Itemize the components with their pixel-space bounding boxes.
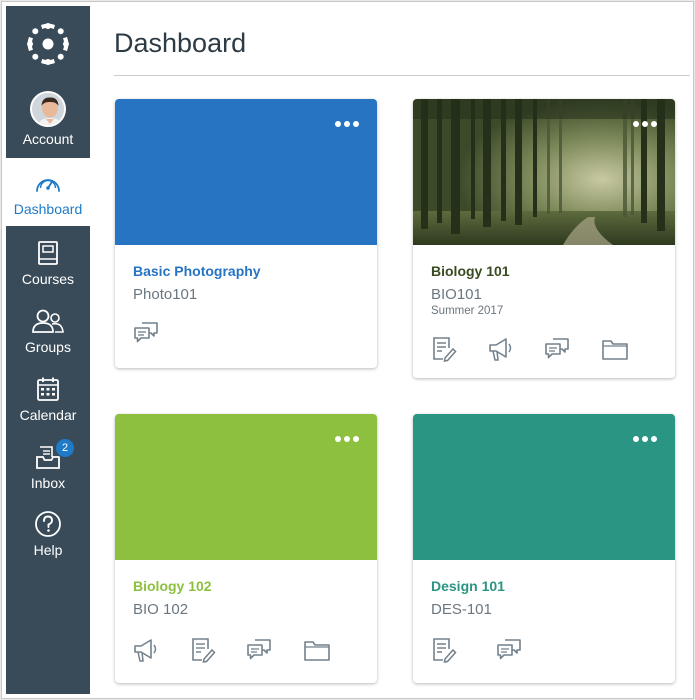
sidebar-item-label: Account	[22, 131, 74, 147]
course-title[interactable]: Biology 102	[133, 578, 359, 595]
global-navigation: Account Dashboard Courses Groups Calenda…	[6, 6, 90, 694]
course-code: Photo101	[133, 286, 198, 303]
files-icon	[303, 641, 330, 661]
course-card-basic-photography[interactable]: Basic Photography Photo101	[115, 99, 377, 368]
sidebar-item-dashboard[interactable]: Dashboard	[6, 158, 90, 226]
course-code: BIO 102	[133, 601, 189, 618]
canvas-logo[interactable]	[6, 6, 90, 82]
course-card-design-101[interactable]: Design 101 DES-101	[413, 414, 675, 683]
sidebar-item-account[interactable]: Account	[6, 86, 90, 152]
sidebar-item-label: Courses	[21, 271, 75, 287]
sidebar-item-courses[interactable]: Courses	[6, 232, 90, 298]
course-code: BIO101	[431, 286, 482, 303]
course-card-header[interactable]	[115, 99, 377, 245]
course-card-header[interactable]	[413, 414, 675, 560]
app-window: Account Dashboard Courses Groups Calenda…	[1, 1, 694, 699]
course-code: DES-101	[431, 601, 492, 618]
inbox-unread-badge: 2	[55, 438, 75, 458]
discussions-button[interactable]	[496, 635, 561, 665]
assignments-icon	[191, 638, 216, 663]
discussions-button[interactable]	[133, 318, 198, 348]
card-options-button[interactable]	[335, 121, 359, 127]
discussions-icon	[247, 639, 271, 660]
card-options-button[interactable]	[633, 436, 657, 442]
course-title[interactable]: Design 101	[431, 578, 657, 595]
title-divider	[114, 75, 690, 76]
discussions-icon	[497, 639, 521, 660]
course-title[interactable]: Biology 101	[431, 263, 657, 280]
sidebar-item-label: Inbox	[30, 475, 66, 491]
course-card-header[interactable]	[115, 414, 377, 560]
assignments-icon	[433, 337, 457, 362]
sidebar-item-groups[interactable]: Groups	[6, 300, 90, 366]
groups-icon	[32, 309, 64, 333]
discussions-icon	[134, 322, 158, 343]
card-options-button[interactable]	[335, 436, 359, 442]
announcements-icon	[488, 338, 511, 361]
course-title[interactable]: Basic Photography	[133, 263, 359, 280]
avatar	[30, 91, 66, 127]
course-term: Summer 2017	[431, 305, 504, 317]
assignments-icon	[433, 638, 457, 663]
sidebar-item-label: Help	[33, 542, 63, 558]
help-icon	[35, 511, 61, 537]
discussions-icon	[545, 338, 569, 359]
files-button[interactable]	[601, 334, 658, 364]
discussions-button[interactable]	[246, 635, 303, 665]
assignments-button[interactable]	[431, 334, 488, 364]
sidebar-item-help[interactable]: Help	[6, 503, 90, 569]
card-options-button[interactable]	[633, 121, 657, 127]
files-icon	[601, 340, 628, 360]
assignments-button[interactable]	[431, 635, 496, 665]
calendar-icon	[37, 377, 59, 401]
sidebar-item-calendar[interactable]: Calendar	[6, 368, 90, 434]
announcements-icon	[134, 639, 157, 662]
announcements-button[interactable]	[133, 635, 190, 665]
sidebar-item-label: Dashboard	[13, 201, 83, 217]
sidebar-item-label: Calendar	[19, 407, 77, 423]
courses-icon	[38, 241, 58, 265]
assignments-button[interactable]	[190, 635, 247, 665]
canvas-logo-icon	[27, 23, 69, 65]
files-button[interactable]	[303, 635, 360, 665]
page-title: Dashboard	[114, 28, 247, 58]
sidebar-item-label: Groups	[25, 339, 71, 355]
course-card-biology-102[interactable]: Biology 102 BIO 102	[115, 414, 377, 683]
dashboard-icon	[36, 179, 60, 192]
sidebar-item-inbox[interactable]: 2 Inbox	[6, 436, 90, 502]
announcements-button[interactable]	[488, 334, 545, 364]
course-card-biology-101[interactable]: Biology 101 BIO101 Summer 2017	[413, 99, 675, 378]
course-card-header[interactable]	[413, 99, 675, 245]
discussions-button[interactable]	[544, 334, 601, 364]
